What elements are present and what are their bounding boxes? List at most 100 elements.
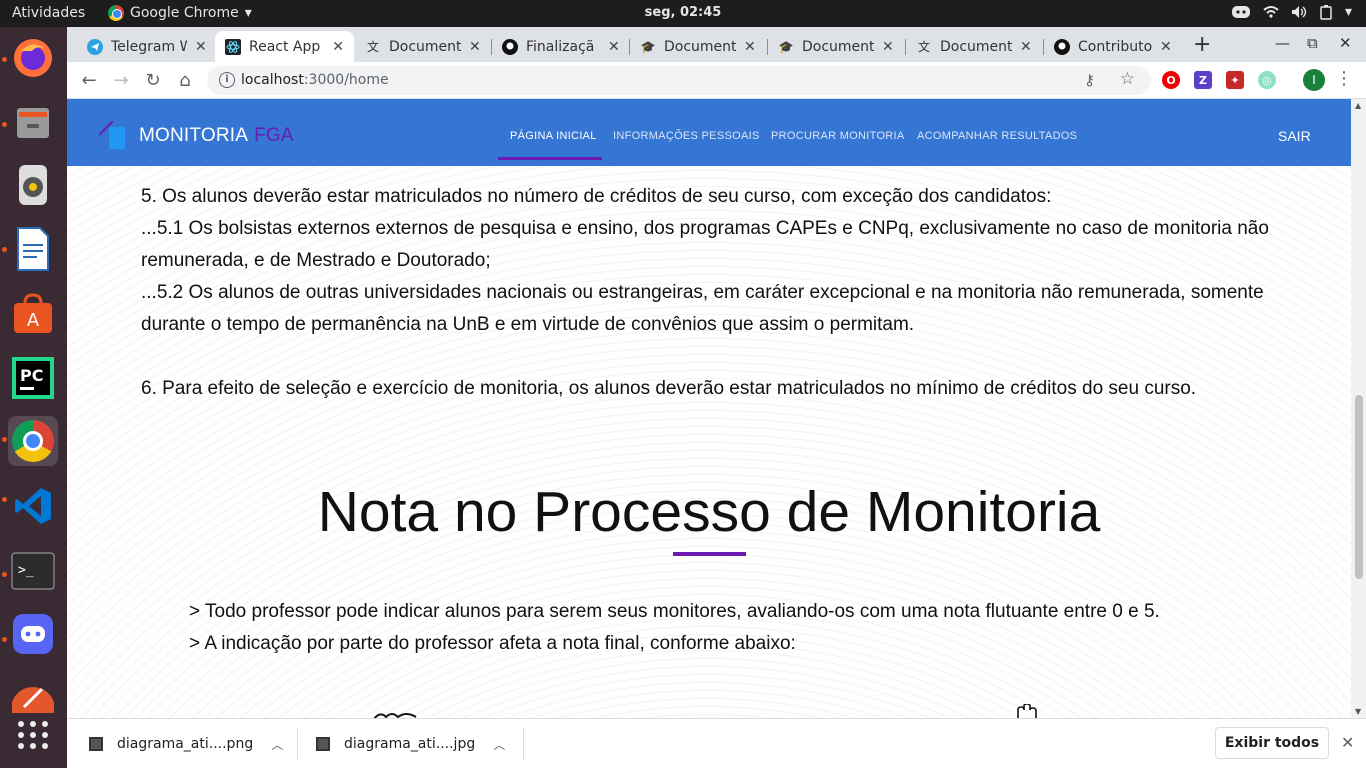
site-info-icon[interactable]: i xyxy=(219,72,235,88)
close-icon[interactable]: ✕ xyxy=(744,39,756,55)
tab-finalizacao[interactable]: Finalizaçã ✕ xyxy=(492,31,630,62)
close-icon[interactable]: ✕ xyxy=(469,39,481,55)
firefox-icon[interactable] xyxy=(8,33,58,83)
url-text[interactable]: localhost:3000/home xyxy=(241,72,389,88)
vscode-icon[interactable] xyxy=(8,481,58,531)
tab-title: Finalizaçã xyxy=(526,38,595,55)
menu-icon[interactable]: ⋮ xyxy=(1335,68,1353,89)
rule-5-2: ...5.2 Os alunos de outras universidades… xyxy=(141,282,1264,335)
nav-procurar-monitoria[interactable]: PROCURAR MONITORIA xyxy=(771,130,905,142)
react-icon xyxy=(225,38,241,55)
zotero-extension-icon[interactable]: Z xyxy=(1194,71,1212,89)
close-icon[interactable]: ✕ xyxy=(1020,39,1032,55)
notes-list: > Todo professor pode indicar alunos par… xyxy=(189,596,1160,660)
github-icon xyxy=(502,38,518,55)
hand-cursor-icon xyxy=(1017,704,1037,718)
discord-tray-icon[interactable] xyxy=(1231,4,1251,20)
terminal-icon[interactable]: >_ xyxy=(8,546,58,596)
nav-acompanhar-resultados[interactable]: ACOMPANHAR RESULTADOS xyxy=(917,130,1077,142)
clock[interactable]: seg, 02:45 xyxy=(0,5,1366,20)
nav-informacoes-pessoais[interactable]: INFORMAÇÕES PESSOAIS xyxy=(613,130,760,142)
monitoria-logo-icon[interactable] xyxy=(99,121,127,149)
system-tray[interactable]: ▾ xyxy=(1231,4,1352,20)
volume-icon[interactable] xyxy=(1291,5,1307,19)
close-icon[interactable]: ✕ xyxy=(1160,39,1172,55)
system-top-bar: Atividades Google Chrome ▾ seg, 02:45 ▾ xyxy=(0,0,1366,27)
close-icon[interactable]: ✕ xyxy=(332,39,344,55)
chevron-up-icon[interactable]: ︿ xyxy=(493,736,505,753)
show-all-downloads-button[interactable]: Exibir todos xyxy=(1215,727,1329,759)
tab-title: Document xyxy=(389,38,461,55)
reload-button[interactable]: ↻ xyxy=(140,67,166,93)
new-tab-button[interactable]: + xyxy=(1193,32,1211,57)
page-content: 5. Os alunos deverão estar matriculados … xyxy=(67,166,1351,718)
rule-6: 6. Para efeito de seleção e exercício de… xyxy=(141,378,1197,399)
svg-text:>_: >_ xyxy=(18,563,34,578)
telegram-icon xyxy=(87,38,103,55)
show-applications-button[interactable] xyxy=(8,710,58,760)
translate-icon: 文 xyxy=(366,40,379,54)
rule-5: 5. Os alunos deverão estar matriculados … xyxy=(141,186,1052,207)
restore-button[interactable]: ⧉ xyxy=(1307,34,1318,52)
tab-title: Contributo xyxy=(1078,38,1152,55)
close-icon[interactable]: ✕ xyxy=(1341,733,1354,752)
active-nav-indicator xyxy=(498,157,602,160)
rhythmbox-icon[interactable] xyxy=(8,160,58,210)
logout-button[interactable]: SAIR xyxy=(1278,128,1311,144)
close-icon[interactable]: ✕ xyxy=(195,39,207,55)
close-icon[interactable]: ✕ xyxy=(608,39,620,55)
download-bar: diagrama_ati....png ︿ diagrama_ati....jp… xyxy=(67,718,1366,768)
pycharm-icon[interactable]: PC xyxy=(8,353,58,403)
close-icon[interactable]: ✕ xyxy=(882,39,894,55)
profile-avatar[interactable]: I xyxy=(1303,69,1325,91)
rules-list: 5. Os alunos deverão estar matriculados … xyxy=(141,181,1291,405)
address-bar[interactable]: i localhost:3000/home ⚷ ☆ xyxy=(207,66,1151,95)
files-icon[interactable] xyxy=(8,97,58,147)
page-viewport: MONITORIA FGA PÁGINA INICIAL INFORMAÇÕES … xyxy=(67,99,1351,718)
tab-strip: Telegram W ✕ React App ✕ 文 Document ✕ Fi… xyxy=(67,27,1366,62)
nav-pagina-inicial[interactable]: PÁGINA INICIAL xyxy=(510,130,597,142)
scrollbar-thumb[interactable] xyxy=(1355,395,1363,579)
star-icon[interactable]: ☆ xyxy=(1120,69,1135,89)
close-window-button[interactable]: ✕ xyxy=(1339,34,1352,52)
ubuntu-software-icon[interactable]: A xyxy=(8,289,58,339)
grid-icon xyxy=(17,721,49,749)
tab-title: Document xyxy=(940,38,1012,55)
tab-contributors[interactable]: Contributo ✕ xyxy=(1044,31,1182,62)
brand-logo[interactable]: MONITORIA FGA xyxy=(139,125,294,147)
google-chrome-icon[interactable] xyxy=(8,416,58,466)
tab-react-app[interactable]: React App ✕ xyxy=(215,31,354,62)
key-icon[interactable]: ⚷ xyxy=(1084,71,1095,89)
illustration-left-icon xyxy=(373,713,417,718)
opera-extension-icon[interactable]: O xyxy=(1162,71,1180,89)
svg-text:PC: PC xyxy=(20,366,43,385)
chevron-up-icon[interactable]: ︿ xyxy=(271,736,283,753)
github-icon xyxy=(1054,38,1070,55)
forward-button[interactable]: → xyxy=(108,67,134,93)
page-scrollbar[interactable]: ▲ ▼ xyxy=(1351,99,1366,718)
discord-icon[interactable] xyxy=(8,609,58,659)
tab-title: React App xyxy=(249,38,321,55)
system-menu-chevron-icon[interactable]: ▾ xyxy=(1345,4,1352,20)
download-filename: diagrama_ati....jpg xyxy=(344,736,476,752)
home-button[interactable]: ⌂ xyxy=(172,67,198,93)
tab-telegram[interactable]: Telegram W ✕ xyxy=(77,31,217,62)
download-item[interactable]: diagrama_ati....png ︿ xyxy=(89,719,283,768)
rule-5-1: ...5.1 Os bolsistas externos externos de… xyxy=(141,218,1269,271)
minimize-button[interactable]: — xyxy=(1275,34,1290,52)
tab-document-3[interactable]: 🎓 Document ✕ xyxy=(768,31,904,62)
scroll-up-icon[interactable]: ▲ xyxy=(1355,101,1361,110)
red-extension-icon[interactable]: ✦ xyxy=(1226,71,1244,89)
scroll-down-icon[interactable]: ▼ xyxy=(1355,707,1361,716)
tab-document-4[interactable]: 文 Document ✕ xyxy=(906,31,1042,62)
libreoffice-writer-icon[interactable] xyxy=(8,224,58,274)
battery-icon[interactable] xyxy=(1319,4,1333,20)
green-circle-extension-icon[interactable]: ◎ xyxy=(1258,71,1276,89)
graduation-cap-icon: 🎓 xyxy=(778,39,794,54)
wifi-icon[interactable] xyxy=(1263,5,1279,19)
tab-document-1[interactable]: 文 Document ✕ xyxy=(355,31,491,62)
tab-document-2[interactable]: 🎓 Document ✕ xyxy=(630,31,766,62)
image-file-icon xyxy=(89,737,103,751)
download-item[interactable]: diagrama_ati....jpg ︿ xyxy=(316,719,505,768)
back-button[interactable]: ← xyxy=(76,67,102,93)
